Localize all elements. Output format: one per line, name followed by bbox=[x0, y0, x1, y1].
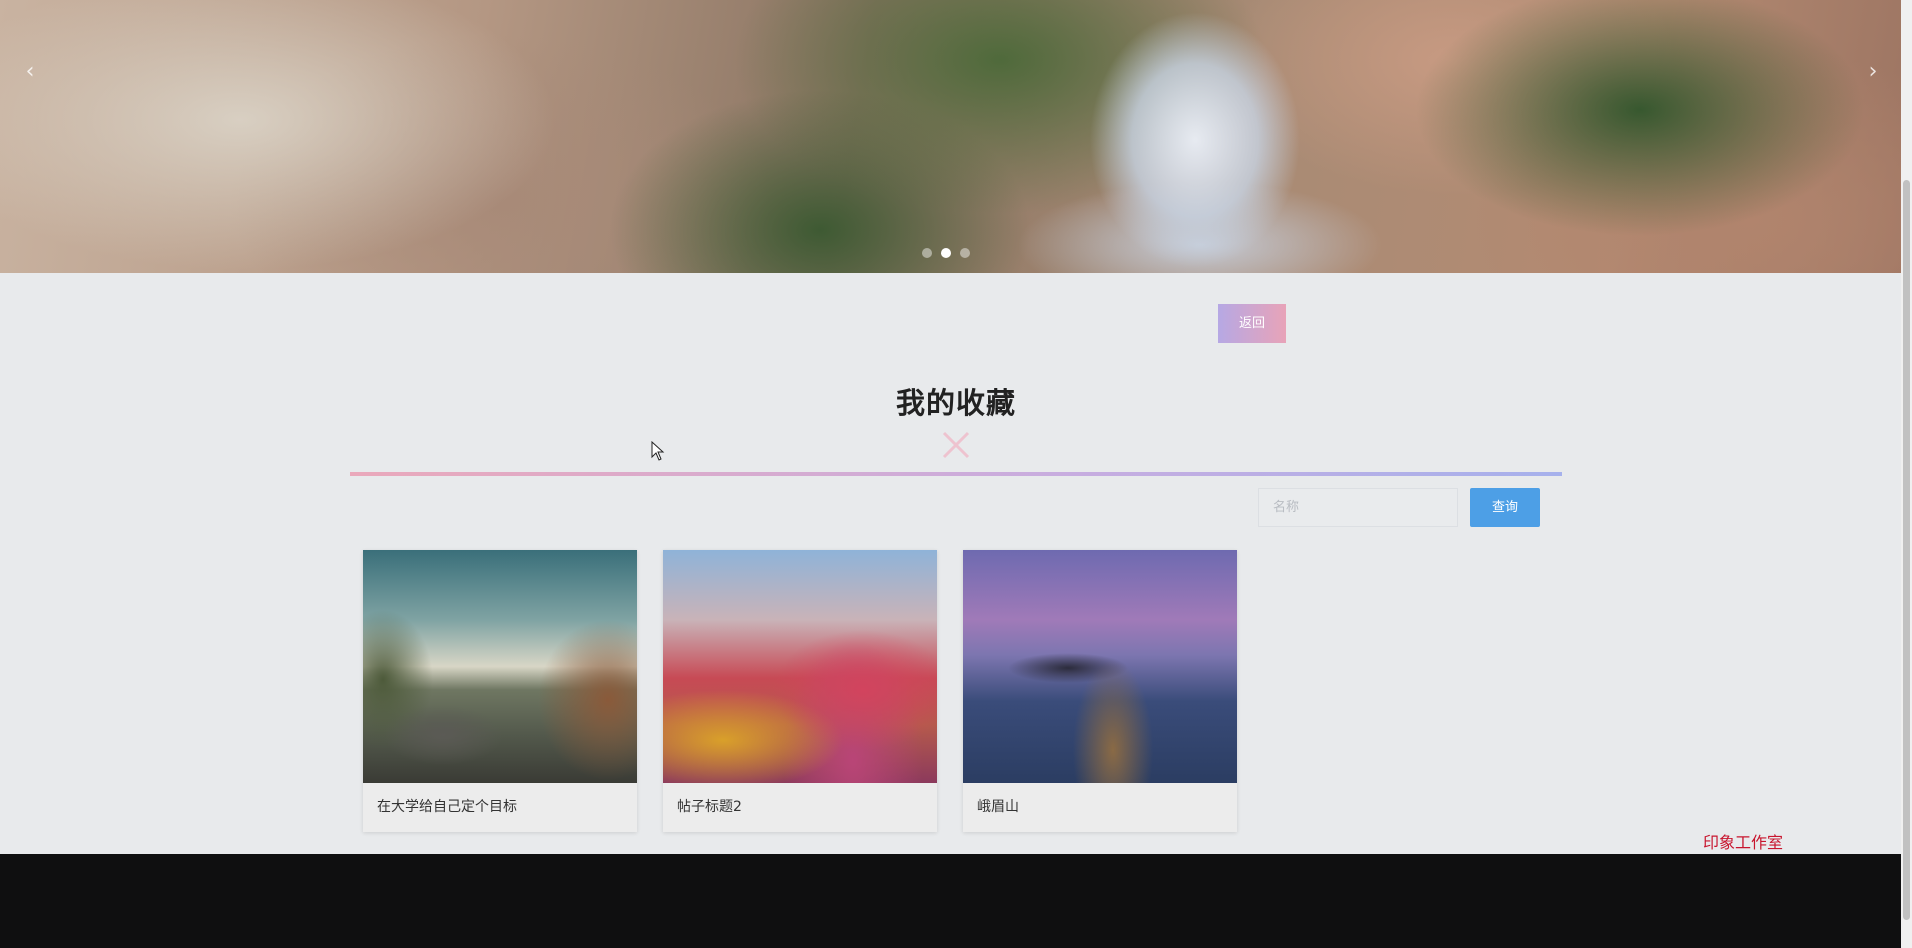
page-scrollbar[interactable] bbox=[1901, 0, 1912, 948]
card-title[interactable]: 在大学给自己定个目标 bbox=[363, 783, 637, 832]
card-title[interactable]: 峨眉山 bbox=[963, 783, 1237, 832]
card-title[interactable]: 帖子标题2 bbox=[663, 783, 937, 832]
mouse-cursor-icon bbox=[651, 441, 665, 461]
carousel-next-button[interactable]: › bbox=[1863, 60, 1883, 84]
close-ornament-icon bbox=[942, 431, 970, 459]
search-input[interactable] bbox=[1258, 488, 1458, 527]
carousel-dot-3[interactable] bbox=[960, 248, 970, 258]
back-button[interactable]: 返回 bbox=[1218, 304, 1286, 343]
favorite-card[interactable]: 峨眉山 bbox=[963, 550, 1237, 832]
favorite-card[interactable]: 在大学给自己定个目标 bbox=[363, 550, 637, 832]
page-title: 我的收藏 bbox=[895, 386, 1016, 420]
favorite-card[interactable]: 帖子标题2 bbox=[663, 550, 937, 832]
brand-logo-text[interactable]: 印象工作室 bbox=[1703, 829, 1783, 853]
scrollbar-thumb[interactable] bbox=[1903, 180, 1910, 920]
banner-carousel: ‹ › bbox=[0, 0, 1901, 273]
footer bbox=[0, 854, 1901, 948]
carousel-prev-button[interactable]: ‹ bbox=[20, 60, 40, 84]
card-image[interactable] bbox=[363, 550, 637, 783]
card-image[interactable] bbox=[963, 550, 1237, 783]
title-divider bbox=[350, 472, 1562, 476]
carousel-dot-1[interactable] bbox=[922, 248, 932, 258]
carousel-dot-2[interactable] bbox=[941, 248, 951, 258]
search-button[interactable]: 查询 bbox=[1470, 488, 1540, 527]
card-image[interactable] bbox=[663, 550, 937, 783]
carousel-indicators bbox=[922, 248, 970, 258]
